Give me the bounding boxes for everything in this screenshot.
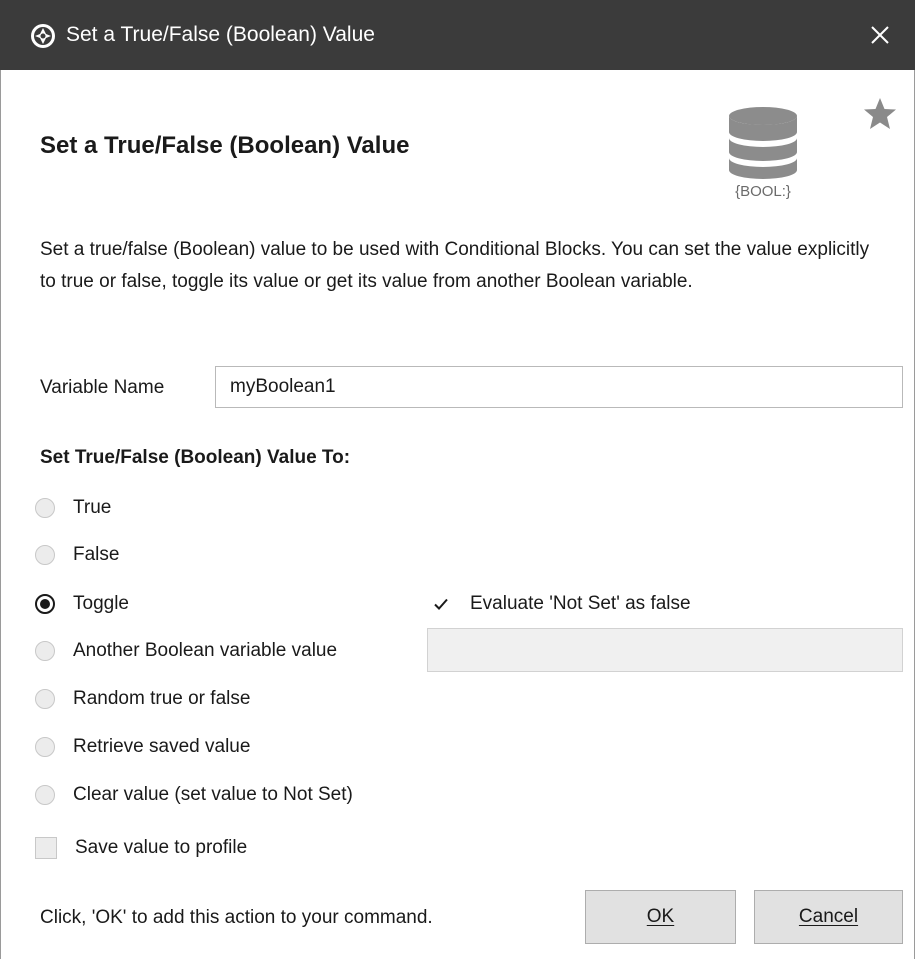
option-random[interactable]: Random true or false bbox=[35, 684, 250, 714]
radio-false[interactable] bbox=[35, 545, 55, 565]
evaluate-not-set-label: Evaluate 'Not Set' as false bbox=[470, 593, 691, 614]
cancel-button-label: Cancel bbox=[798, 906, 859, 927]
option-another-variable-label: Another Boolean variable value bbox=[73, 640, 338, 661]
bool-icon-caption: {BOOL:} bbox=[735, 183, 791, 200]
description-text: Set a true/false (Boolean) value to be u… bbox=[40, 239, 870, 292]
title-bar: Set a True/False (Boolean) Value bbox=[0, 0, 915, 70]
radio-clear-value[interactable] bbox=[35, 785, 55, 805]
radio-true[interactable] bbox=[35, 498, 55, 518]
evaluate-not-set-checkbox[interactable] bbox=[430, 593, 452, 615]
ok-button-label: OK bbox=[646, 906, 675, 927]
window-title: Set a True/False (Boolean) Value bbox=[66, 23, 375, 46]
option-true-label: True bbox=[73, 497, 112, 518]
cancel-button[interactable]: Cancel bbox=[754, 890, 903, 944]
database-icon: {BOOL:} bbox=[729, 107, 797, 200]
option-true[interactable]: True bbox=[35, 493, 111, 523]
variable-name-input[interactable] bbox=[215, 366, 903, 408]
option-retrieve-saved-label: Retrieve saved value bbox=[73, 736, 251, 757]
footer-hint: Click, 'OK' to add this action to your c… bbox=[40, 907, 433, 928]
option-random-label: Random true or false bbox=[73, 688, 251, 709]
evaluate-not-set-option[interactable]: Evaluate 'Not Set' as false bbox=[430, 589, 691, 619]
star-icon[interactable] bbox=[862, 96, 898, 132]
option-toggle[interactable]: Toggle bbox=[35, 589, 129, 619]
close-icon bbox=[871, 26, 889, 44]
option-false-label: False bbox=[73, 544, 120, 565]
ok-button[interactable]: OK bbox=[585, 890, 736, 944]
options-heading: Set True/False (Boolean) Value To: bbox=[40, 447, 351, 468]
radio-random[interactable] bbox=[35, 689, 55, 709]
option-retrieve-saved[interactable]: Retrieve saved value bbox=[35, 732, 250, 762]
app-logo-icon bbox=[31, 24, 55, 48]
save-to-profile-label: Save value to profile bbox=[75, 837, 248, 858]
radio-retrieve-saved[interactable] bbox=[35, 737, 55, 757]
close-button[interactable] bbox=[845, 0, 915, 70]
option-clear-value[interactable]: Clear value (set value to Not Set) bbox=[35, 780, 353, 810]
option-toggle-label: Toggle bbox=[73, 593, 129, 614]
radio-toggle[interactable] bbox=[35, 594, 55, 614]
save-to-profile-option[interactable]: Save value to profile bbox=[35, 833, 247, 863]
option-clear-value-label: Clear value (set value to Not Set) bbox=[73, 784, 353, 805]
dialog-heading: Set a True/False (Boolean) Value bbox=[40, 132, 410, 159]
variable-name-label: Variable Name bbox=[40, 377, 165, 398]
save-to-profile-checkbox[interactable] bbox=[35, 837, 57, 859]
window-border-left bbox=[0, 70, 1, 959]
checkmark-icon bbox=[434, 598, 448, 610]
option-false[interactable]: False bbox=[35, 540, 119, 570]
option-another-variable[interactable]: Another Boolean variable value bbox=[35, 636, 337, 666]
other-variable-input[interactable] bbox=[427, 628, 903, 672]
radio-another-variable[interactable] bbox=[35, 641, 55, 661]
